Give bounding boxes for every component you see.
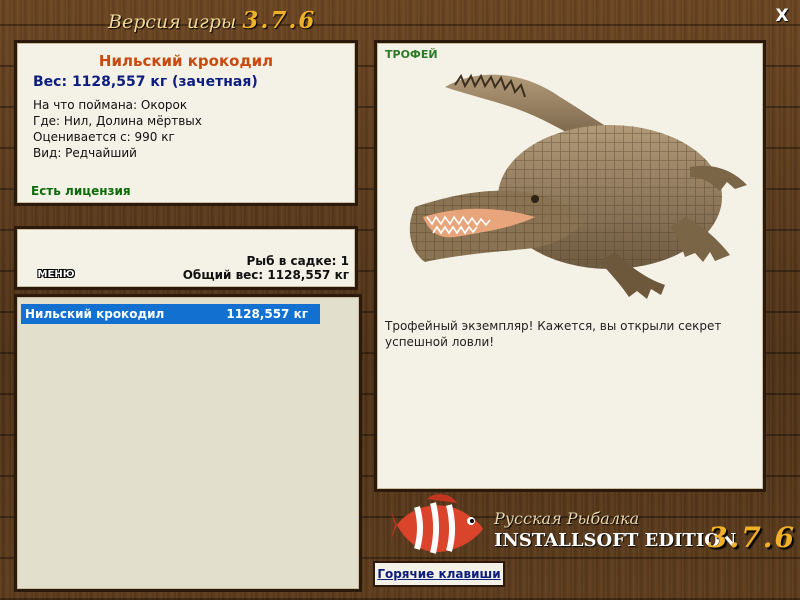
hotkeys-button[interactable]: Горячие клавиши bbox=[373, 561, 505, 587]
brand-version: 3.7.6 bbox=[708, 521, 796, 554]
license-status: Есть лицензия bbox=[31, 184, 131, 198]
list-item[interactable]: Нильский крокодил 1128,557 кг bbox=[21, 304, 320, 324]
trophy-description: Трофейный экземпляр! Кажется, вы открыли… bbox=[385, 319, 722, 349]
title-version: 3.7.6 bbox=[242, 7, 317, 34]
brand-title: Русская Рыбалка bbox=[494, 509, 640, 528]
trophy-panel: ТРОФЕЙ Трофейный экземпляр! Кажется, вы … bbox=[374, 40, 766, 492]
fish-count: Рыб в садке: 1 bbox=[246, 254, 350, 268]
rated-from-line: Оценивается с: 990 кг bbox=[33, 130, 175, 144]
fish-name: Нильский крокодил bbox=[98, 52, 274, 70]
croc-eye bbox=[531, 195, 539, 203]
kind-line: Вид: Редчайший bbox=[33, 146, 137, 160]
fish-info-panel: Нильский крокодил Вес: 1128,557 кг (заче… bbox=[14, 40, 358, 206]
fish-logo-icon bbox=[391, 494, 483, 554]
catch-stats-panel: МЕНЮ Рыб в садке: 1 Общий вес: 1128,557 … bbox=[14, 226, 358, 290]
close-button[interactable]: X bbox=[772, 6, 792, 26]
catch-list: Нильский крокодил 1128,557 кг bbox=[14, 294, 362, 592]
location-line: Где: Нил, Долина мёртвых bbox=[33, 114, 202, 128]
game-version-title: Версия игры 3.7.6 bbox=[108, 7, 316, 34]
fish-weight: Вес: 1128,557 кг (зачетная) bbox=[33, 74, 258, 90]
title-text: Версия игры bbox=[108, 11, 237, 33]
total-weight: Общий вес: 1128,557 кг bbox=[182, 268, 349, 282]
crocodile-image bbox=[409, 73, 747, 299]
bait-line: На что поймана: Окорок bbox=[33, 98, 188, 112]
brand-edition: INSTALLSOFT EDITION bbox=[494, 530, 737, 551]
list-item-name: Нильский крокодил bbox=[25, 307, 165, 321]
menu-button[interactable]: МЕНЮ bbox=[33, 267, 79, 283]
list-item-weight: 1128,557 кг bbox=[226, 307, 308, 321]
